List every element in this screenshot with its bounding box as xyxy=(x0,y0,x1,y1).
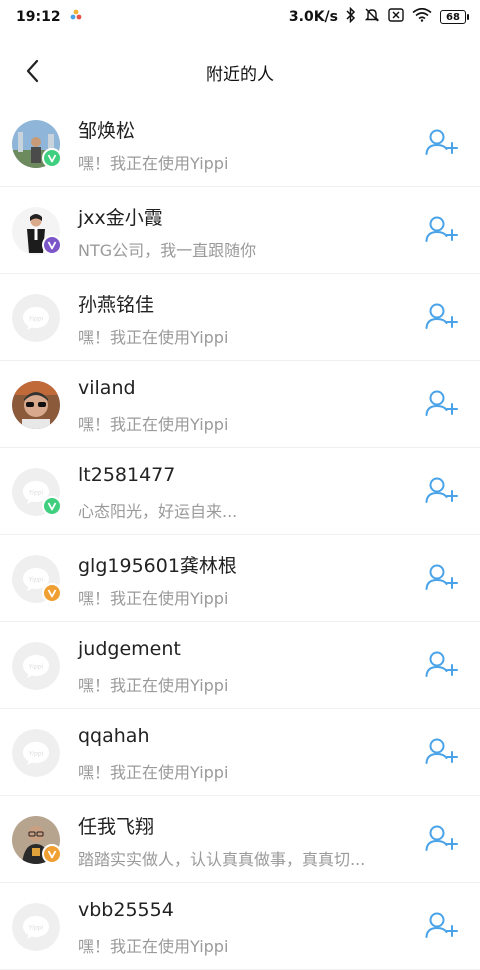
user-list-item[interactable]: Yippi lt2581477 心态阳光，好运自来... xyxy=(0,448,480,535)
verified-badge-icon xyxy=(42,235,62,255)
status-left: 19:12 xyxy=(16,8,83,26)
verified-badge-icon xyxy=(42,844,62,864)
user-list-item[interactable]: Yippi 孙燕铭佳嘿！我正在使用Yippi xyxy=(0,274,480,361)
avatar[interactable] xyxy=(12,381,60,429)
user-list-item[interactable]: jxx金小霞 NTG公司，我一直跟随你 xyxy=(0,187,480,274)
add-friend-icon xyxy=(425,563,459,595)
avatar-container xyxy=(12,816,62,864)
svg-text:Yippi: Yippi xyxy=(29,664,44,671)
sim-off-icon xyxy=(388,8,404,26)
bluetooth-icon xyxy=(346,6,356,27)
add-friend-icon xyxy=(425,302,459,334)
svg-text:Yippi: Yippi xyxy=(29,316,44,323)
status-bar: 19:12 3.0K/s 68 xyxy=(0,0,480,34)
network-speed: 3.0K/s xyxy=(288,9,338,25)
user-list-item[interactable]: viland 嘿！我正在使用Yippi xyxy=(0,361,480,448)
add-friend-button[interactable] xyxy=(424,909,460,945)
user-name: vbb25554 xyxy=(78,899,174,921)
avatar-container: Yippi xyxy=(12,729,60,777)
add-friend-button[interactable] xyxy=(424,387,460,423)
avatar-placeholder: Yippi xyxy=(12,729,60,777)
user-status-text: 嘿！我正在使用Yippi xyxy=(78,676,229,695)
avatar-container: Yippi xyxy=(12,903,60,951)
user-status-text: 嘿！我正在使用Yippi xyxy=(78,328,229,347)
user-name: glg195601龚林根 xyxy=(78,555,237,577)
avatar-placeholder: Yippi xyxy=(12,642,60,690)
user-status-text: 踏踏实实做人，认认真真做事，真真切... xyxy=(78,850,366,869)
avatar-placeholder: Yippi xyxy=(12,903,60,951)
nearby-user-list: 邹焕松嘿！我正在使用Yippi jxx金小霞 NTG公司，我一直跟随你 Yippi 孙燕… xyxy=(0,100,480,970)
avatar[interactable]: Yippi xyxy=(12,294,60,342)
svg-text:Yippi: Yippi xyxy=(29,490,44,497)
chevron-left-icon xyxy=(25,59,41,87)
add-friend-button[interactable] xyxy=(424,735,460,771)
status-right: 3.0K/s 68 xyxy=(288,6,469,27)
avatar-container: Yippi xyxy=(12,294,60,342)
user-list-item[interactable]: Yippi vbb25554 嘿！我正在使用Yippi xyxy=(0,883,480,970)
verified-badge-icon xyxy=(42,496,62,516)
add-friend-icon xyxy=(425,737,459,769)
add-friend-icon xyxy=(425,128,459,160)
user-name: 孙燕铭佳 xyxy=(78,294,155,316)
status-time: 19:12 xyxy=(16,9,61,25)
add-friend-icon xyxy=(425,650,459,682)
user-status-text: 嘿！我正在使用Yippi xyxy=(78,589,229,608)
add-friend-icon xyxy=(425,476,459,508)
avatar-container: Yippi xyxy=(12,642,60,690)
app-header: 附近的人 xyxy=(0,34,480,110)
battery-level: 68 xyxy=(446,11,460,23)
add-friend-icon xyxy=(425,389,459,421)
svg-text:Yippi: Yippi xyxy=(29,577,44,584)
add-friend-button[interactable] xyxy=(424,822,460,858)
user-status-text: 嘿！我正在使用Yippi xyxy=(78,937,229,956)
user-list-item[interactable]: Yippi judgement 嘿！我正在使用Yippi xyxy=(0,622,480,709)
add-friend-button[interactable] xyxy=(424,213,460,249)
user-status-text: 嘿！我正在使用Yippi xyxy=(78,415,229,434)
add-friend-button[interactable] xyxy=(424,561,460,597)
back-button[interactable] xyxy=(18,58,48,88)
avatar[interactable]: Yippi xyxy=(12,903,60,951)
avatar[interactable]: Yippi xyxy=(12,642,60,690)
avatar[interactable]: Yippi xyxy=(12,729,60,777)
user-list-item[interactable]: Yippi qqahah 嘿！我正在使用Yippi xyxy=(0,709,480,796)
user-list-item[interactable]: 邹焕松嘿！我正在使用Yippi xyxy=(0,100,480,187)
avatar-container xyxy=(12,381,60,429)
avatar-container: Yippi xyxy=(12,555,62,603)
user-status-text: 心态阳光，好运自来... xyxy=(78,502,238,521)
mute-icon xyxy=(364,7,380,27)
user-name: qqahah xyxy=(78,725,150,747)
avatar-container xyxy=(12,120,62,168)
add-friend-icon xyxy=(425,911,459,943)
user-list-item[interactable]: 任我飞翔踏踏实实做人，认认真真做事，真真切... xyxy=(0,796,480,883)
user-name: jxx金小霞 xyxy=(78,207,163,229)
page-title: 附近的人 xyxy=(206,64,274,85)
add-friend-button[interactable] xyxy=(424,126,460,162)
add-friend-icon xyxy=(425,824,459,856)
user-name: 任我飞翔 xyxy=(78,816,155,838)
user-status-text: NTG公司，我一直跟随你 xyxy=(78,241,257,260)
user-name: lt2581477 xyxy=(78,464,176,486)
user-list-item[interactable]: Yippi glg195601龚林根 嘿！我正在使用Yippi xyxy=(0,535,480,622)
verified-badge-icon xyxy=(42,148,62,168)
notification-app-icon xyxy=(69,8,83,26)
svg-text:Yippi: Yippi xyxy=(29,751,44,758)
add-friend-icon xyxy=(425,215,459,247)
user-status-text: 嘿！我正在使用Yippi xyxy=(78,763,229,782)
wifi-icon xyxy=(412,7,432,26)
avatar-container xyxy=(12,207,62,255)
avatar-placeholder: Yippi xyxy=(12,294,60,342)
user-name: judgement xyxy=(78,638,181,660)
add-friend-button[interactable] xyxy=(424,474,460,510)
add-friend-button[interactable] xyxy=(424,648,460,684)
user-status-text: 嘿！我正在使用Yippi xyxy=(78,154,229,173)
svg-text:Yippi: Yippi xyxy=(29,925,44,932)
user-name: 邹焕松 xyxy=(78,120,136,142)
verified-badge-icon xyxy=(42,583,62,603)
add-friend-button[interactable] xyxy=(424,300,460,336)
battery-icon: 68 xyxy=(440,10,469,24)
avatar-container: Yippi xyxy=(12,468,62,516)
user-name: viland xyxy=(78,377,136,399)
